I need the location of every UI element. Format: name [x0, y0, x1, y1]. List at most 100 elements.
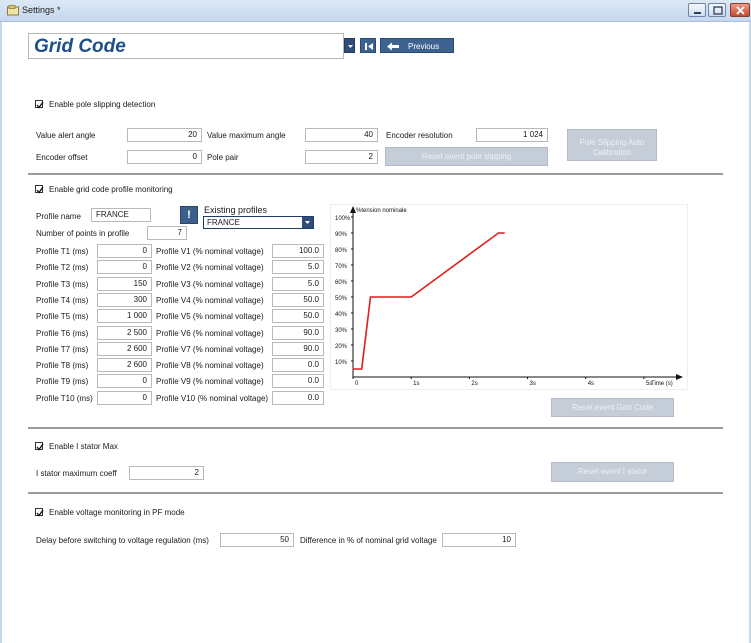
profile-point [503, 232, 505, 234]
num-points-field[interactable]: 7 [147, 226, 187, 240]
profile-v-label: Profile V1 (% nominal voltage) [156, 247, 264, 256]
encoder-resolution-label: Encoder resolution [386, 131, 453, 140]
pole-slipping-checkbox[interactable] [35, 100, 44, 109]
voltage-monitoring-checkbox[interactable] [35, 508, 44, 517]
profile-t-label: Profile T5 (ms) [36, 312, 89, 322]
profile-name-field[interactable]: FRANCE [91, 208, 151, 222]
profile-v-field[interactable]: 0.0 [272, 374, 324, 389]
x-tick-label: 4s [588, 381, 594, 387]
existing-profile-value: FRANCE [207, 218, 240, 227]
auto-calibration-label-line-1: Pole Slipping Auto [579, 138, 645, 147]
window-titlebar: Settings * [0, 0, 751, 22]
page-title: Grid Code [34, 36, 126, 57]
previous-label: Previous [408, 42, 440, 51]
profile-v-field[interactable]: 0.0 [272, 358, 324, 373]
delay-field[interactable]: 50 [220, 533, 294, 547]
profile-t-field[interactable]: 0 [97, 260, 152, 275]
maximize-button[interactable] [708, 3, 726, 17]
y-tick-label: 70% [335, 264, 348, 270]
profile-t-field[interactable]: 0 [97, 390, 152, 405]
profile-t-label: Profile T9 (ms) [36, 377, 89, 387]
profile-t-label: Profile T2 (ms) [36, 263, 89, 273]
existing-profiles-label: Existing profiles [204, 205, 268, 215]
reset-grid-code-button[interactable]: Reset event Grid Code [551, 398, 674, 417]
page-dropdown-button[interactable] [344, 38, 355, 53]
delay-label: Delay before switching to voltage regula… [36, 536, 209, 545]
profile-t-field[interactable]: 150 [97, 276, 152, 291]
minimize-button[interactable] [688, 3, 706, 17]
istator-checkbox[interactable] [35, 442, 44, 451]
profile-t-field[interactable]: 300 [97, 292, 152, 307]
exclamation-icon: ! [187, 209, 191, 221]
y-tick-label: 30% [335, 328, 348, 334]
y-tick-label: 60% [335, 280, 348, 286]
profile-v-field[interactable]: 0.0 [272, 390, 324, 405]
previous-button[interactable]: Previous [380, 38, 454, 53]
profile-v-field[interactable]: 90.0 [272, 325, 324, 340]
profile-t-label: Profile T10 (ms) [36, 393, 93, 403]
combo-arrow [302, 217, 313, 228]
profile-v-label: Profile V9 (% nominal voltage) [156, 377, 264, 387]
y-tick-label: 50% [335, 296, 348, 302]
reset-istator-button[interactable]: Reset event I stator [551, 462, 674, 482]
chevron-down-icon [348, 45, 353, 48]
section-divider [28, 173, 723, 175]
num-points-label: Number of points in profile [36, 229, 130, 238]
profile-v-label: Profile V10 (% nominal voltage) [156, 393, 269, 403]
encoder-offset-label: Encoder offset [36, 153, 88, 162]
profile-v-label: Profile V4 (% nominal voltage) [156, 295, 264, 305]
grid-code-label: Enable grid code profile monitoring [49, 185, 173, 194]
profile-v-label: Profile V6 (% nominal voltage) [156, 328, 264, 338]
profile-point [369, 296, 372, 298]
y-tick-label: 10% [335, 360, 348, 366]
profile-t-label: Profile T4 (ms) [36, 295, 89, 305]
profile-v-field[interactable]: 90.0 [272, 341, 324, 356]
value-alert-angle-field[interactable]: 20 [127, 128, 202, 142]
info-button[interactable]: ! [180, 206, 198, 224]
value-max-angle-label: Value maximum angle [207, 131, 286, 140]
y-tick-label: 90% [335, 232, 348, 238]
pole-pair-field[interactable]: 2 [305, 150, 378, 164]
check-icon [36, 101, 44, 109]
istator-coeff-field[interactable]: 2 [129, 466, 204, 480]
profile-t-label: Profile T3 (ms) [36, 279, 89, 289]
profile-t-field[interactable]: 2 600 [97, 341, 152, 356]
close-icon [736, 6, 745, 15]
minimize-icon [694, 12, 701, 14]
section-divider [28, 492, 723, 494]
section-divider [28, 427, 723, 429]
reset-pole-slipping-button[interactable]: Reset event pole slipping [385, 147, 548, 166]
profile-v-field[interactable]: 5.0 [272, 260, 324, 275]
profile-t-label: Profile T8 (ms) [36, 361, 89, 371]
profile-t-field[interactable]: 0 [97, 374, 152, 389]
encoder-offset-field[interactable]: 0 [127, 150, 202, 164]
profile-v-field[interactable]: 50.0 [272, 292, 324, 307]
existing-profiles-select[interactable]: FRANCE [203, 216, 314, 229]
skip-first-icon [365, 43, 373, 50]
pole-slipping-auto-calibration-button[interactable]: Pole Slipping Auto Calibration [567, 129, 657, 161]
check-icon [36, 443, 44, 451]
profile-point [410, 296, 412, 298]
profile-v-field[interactable]: 50.0 [272, 309, 324, 324]
auto-calibration-label-line-2: Calibration [592, 148, 632, 157]
profile-v-label: Profile V2 (% nominal voltage) [156, 263, 264, 273]
profile-t-field[interactable]: 2 600 [97, 358, 152, 373]
first-page-button[interactable] [360, 38, 376, 53]
profile-v-label: Profile V3 (% nominal voltage) [156, 279, 264, 289]
profile-t-field[interactable]: 1 000 [97, 309, 152, 324]
close-button[interactable] [730, 3, 750, 17]
profile-v-field[interactable]: 5.0 [272, 276, 324, 291]
profile-t-field[interactable]: 2 500 [97, 325, 152, 340]
value-max-angle-field[interactable]: 40 [305, 128, 378, 142]
page-selector[interactable]: Grid Code [28, 33, 344, 59]
profile-t-label: Profile T6 (ms) [36, 328, 89, 338]
difference-field[interactable]: 10 [442, 533, 516, 547]
encoder-resolution-field[interactable]: 1 024 [476, 128, 548, 142]
grid-code-checkbox[interactable] [35, 185, 44, 194]
y-tick-label: 80% [335, 248, 348, 254]
profile-t-label: Profile T7 (ms) [36, 344, 89, 354]
profile-v-field[interactable]: 100.0 [272, 244, 324, 258]
profile-t-field[interactable]: 0 [97, 244, 152, 258]
profile-point [361, 368, 363, 370]
profile-point [352, 368, 354, 370]
